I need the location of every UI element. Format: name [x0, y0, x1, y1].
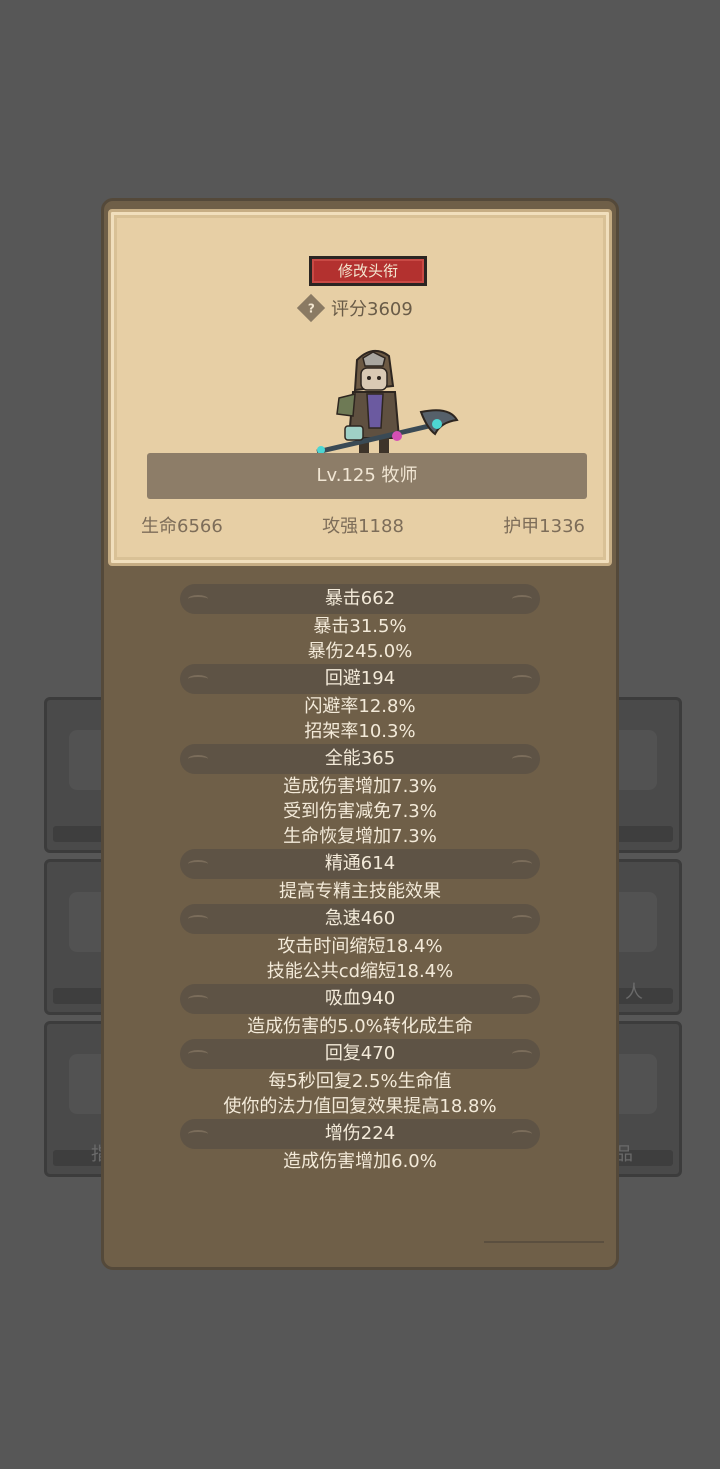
attribute-group: 回避194 闪避率12.8% 招架率10.3%	[104, 664, 616, 744]
attribute-group-header: 增伤224	[180, 1119, 540, 1149]
attribute-detail: 技能公共cd缩短18.4%	[266, 961, 454, 982]
attribute-group: 全能365 造成伤害增加7.3% 受到伤害减免7.3% 生命恢复增加7.3%	[104, 744, 616, 849]
priest-avatar-icon	[316, 349, 459, 455]
attribute-detail: 闪避率12.8%	[304, 696, 416, 717]
attack-stat: 攻强1188	[322, 516, 404, 537]
score-value: 评分3609	[331, 299, 413, 320]
attribute-detail: 每5秒回复2.5%生命值	[268, 1071, 452, 1092]
attribute-detail: 造成伤害增加6.0%	[283, 1151, 437, 1172]
attribute-detail: 暴伤245.0%	[307, 641, 413, 662]
attribute-group: 增伤224 造成伤害增加6.0%	[104, 1119, 616, 1174]
attribute-group-header: 急速460	[180, 904, 540, 934]
attribute-group-header: 全能365	[180, 744, 540, 774]
attribute-detail: 使你的法力值回复效果提高18.8%	[223, 1096, 497, 1117]
attribute-detail: 生命恢复增加7.3%	[283, 826, 437, 847]
armor-stat: 护甲1336	[503, 516, 585, 537]
help-icon[interactable]: ?	[296, 293, 326, 323]
attribute-detail: 招架率10.3%	[304, 721, 416, 742]
attribute-group: 急速460 攻击时间缩短18.4% 技能公共cd缩短18.4%	[104, 904, 616, 984]
character-card: 修改头衔 ? 评分3609 Lv.125 牧师 生命6566 攻强1188 护甲…	[108, 209, 612, 566]
attribute-detail: 攻击时间缩短18.4%	[277, 936, 443, 957]
attribute-group-header: 回复470	[180, 1039, 540, 1069]
attribute-detail: 暴击31.5%	[313, 616, 407, 637]
main-stats: 生命6566 攻强1188 护甲1336	[141, 512, 585, 538]
hp-stat: 生命6566	[141, 516, 223, 537]
attribute-group: 精通614 提高专精主技能效果	[104, 849, 616, 904]
attribute-detail: 造成伤害的5.0%转化成生命	[247, 1016, 473, 1037]
attribute-list: 暴击662 暴击31.5% 暴伤245.0% 回避194 闪避率12.8% 招架率10.3…	[104, 584, 616, 1174]
attribute-group-header: 回避194	[180, 664, 540, 694]
attribute-group-header: 暴击662	[180, 584, 540, 614]
attribute-group: 吸血940 造成伤害的5.0%转化成生命	[104, 984, 616, 1039]
attribute-group-header: 吸血940	[180, 984, 540, 1014]
attribute-detail: 受到伤害减免7.3%	[283, 801, 437, 822]
attribute-group: 回复470 每5秒回复2.5%生命值使你的法力值回复效果提高18.8%	[104, 1039, 616, 1119]
level-class-bar: Lv.125 牧师	[147, 453, 587, 499]
character-info-panel: 修改头衔 ? 评分3609 Lv.125 牧师 生命6566 攻强1188 护甲…	[101, 198, 619, 1270]
edit-title-button[interactable]: 修改头衔	[309, 256, 427, 286]
score-row: ? 评分3609	[296, 293, 413, 323]
attribute-group: 暴击662 暴击31.5% 暴伤245.0%	[104, 584, 616, 664]
attribute-detail: 造成伤害增加7.3%	[283, 776, 437, 797]
attribute-detail: 提高专精主技能效果	[279, 881, 441, 902]
background-card-label: 人	[625, 982, 643, 1003]
divider	[484, 1241, 604, 1243]
attribute-group-header: 精通614	[180, 849, 540, 879]
